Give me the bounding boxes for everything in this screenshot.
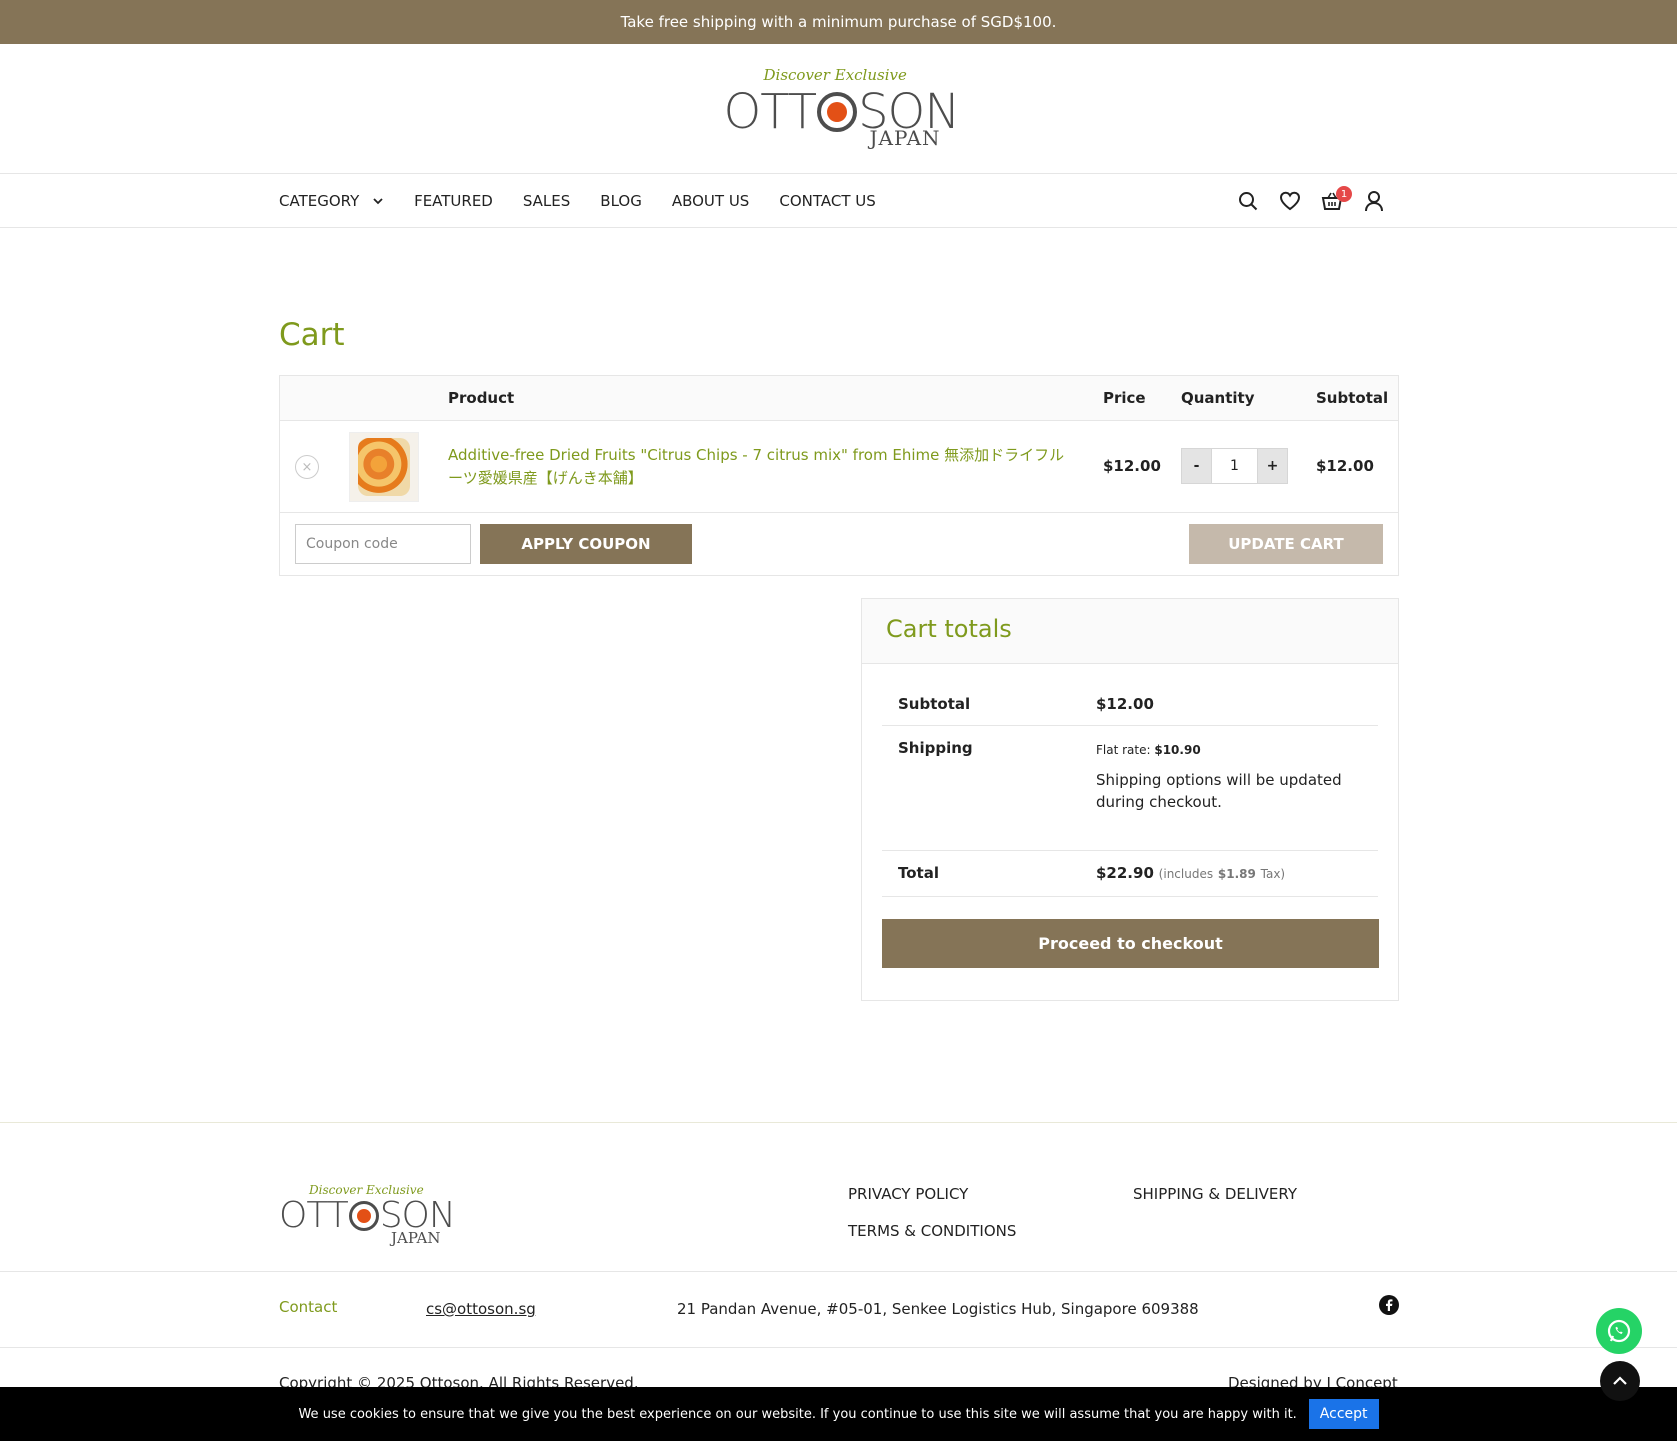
shipping-note: Shipping options will be updated during …: [1096, 771, 1342, 811]
quantity-input[interactable]: 1: [1212, 448, 1257, 484]
cart-table: Product Price Quantity Subtotal × Additi…: [279, 375, 1399, 576]
site-logo[interactable]: Discover Exclusive OTT SON JAPAN: [724, 64, 961, 154]
facebook-icon: [1379, 1295, 1399, 1315]
page-title: Cart: [279, 317, 345, 353]
cart-count-badge: 1: [1336, 186, 1352, 202]
footer-logo[interactable]: Discover Exclusive OTT SON JAPAN: [279, 1183, 456, 1248]
product-subtotal: $12.00: [1316, 457, 1374, 475]
cart-totals-title: Cart totals: [862, 599, 1398, 664]
product-image: [358, 438, 410, 496]
update-cart-button[interactable]: UPDATE CART: [1189, 524, 1383, 564]
shipping-label: Shipping: [898, 739, 973, 757]
heart-icon: [1279, 191, 1301, 211]
table-row: × Additive-free Dried Fruits "Citrus Chi…: [280, 421, 1398, 513]
cookie-banner: We use cookies to ensure that we give yo…: [0, 1387, 1677, 1441]
quantity-stepper: - 1 +: [1181, 448, 1288, 484]
wishlist-button[interactable]: [1278, 184, 1302, 218]
nav-item-featured[interactable]: FEATURED: [414, 192, 493, 210]
footer-contact-bar: Contact cs@ottoson.sg 21 Pandan Avenue, …: [0, 1272, 1677, 1348]
account-button[interactable]: [1362, 184, 1386, 218]
logo-tagline: Discover Exclusive: [763, 65, 907, 84]
announcement-text: Take free shipping with a minimum purcha…: [620, 13, 1057, 31]
total-value: $22.90 (includes $1.89 Tax): [1096, 864, 1286, 882]
subtotal-label: Subtotal: [898, 695, 971, 713]
cart-table-header: Product Price Quantity Subtotal: [280, 376, 1398, 421]
close-icon: ×: [301, 459, 313, 475]
cookie-accept-button[interactable]: Accept: [1308, 1399, 1379, 1429]
logo-sun-mark: [817, 91, 858, 132]
product-thumbnail[interactable]: [349, 432, 419, 502]
search-icon: [1239, 192, 1258, 211]
chevron-up-icon: [1613, 1376, 1627, 1385]
cart-button[interactable]: 1: [1320, 184, 1352, 218]
footer-logo-sub: JAPAN: [391, 1229, 441, 1247]
coupon-input[interactable]: [295, 524, 471, 564]
header-subtotal: Subtotal: [1316, 389, 1389, 407]
subtotal-value: $12.00: [1096, 695, 1154, 713]
whatsapp-icon: [1607, 1319, 1631, 1343]
announcement-bar: Take free shipping with a minimum purcha…: [0, 0, 1677, 44]
product-name-link[interactable]: Additive-free Dried Fruits "Citrus Chips…: [448, 444, 1068, 490]
quantity-minus-button[interactable]: -: [1181, 448, 1212, 484]
footer-link-privacy-policy[interactable]: PRIVACY POLICY: [848, 1185, 968, 1203]
chevron-down-icon: [373, 198, 383, 205]
nav-item-contact-us[interactable]: CONTACT US: [779, 192, 875, 210]
header-quantity: Quantity: [1181, 389, 1255, 407]
nav-item-about-us[interactable]: ABOUT US: [672, 192, 750, 210]
footer-logo-sun-mark: [348, 1200, 379, 1231]
logo-sub: JAPAN: [869, 125, 941, 150]
site-header: Discover Exclusive OTT SON JAPAN: [0, 44, 1677, 174]
flat-rate: Flat rate: $10.90: [1096, 743, 1201, 757]
quantity-plus-button[interactable]: +: [1257, 448, 1288, 484]
cart-totals: Cart totals Subtotal $12.00 Shipping Fla…: [861, 598, 1399, 1001]
header-price: Price: [1103, 389, 1146, 407]
cart-actions: APPLY COUPON UPDATE CART: [280, 513, 1398, 575]
total-label: Total: [898, 864, 939, 882]
footer-link-terms[interactable]: TERMS & CONDITIONS: [848, 1222, 1016, 1240]
back-to-top-button[interactable]: [1600, 1361, 1640, 1401]
nav-item-sales[interactable]: SALES: [523, 192, 570, 210]
user-icon: [1365, 191, 1383, 212]
facebook-link[interactable]: [1379, 1295, 1399, 1319]
nav-menu: CATEGORY FEATURED SALES BLOG ABOUT US CO…: [279, 174, 876, 228]
header-icons: 1: [1236, 184, 1386, 218]
nav-item-blog[interactable]: BLOG: [600, 192, 642, 210]
search-button[interactable]: [1236, 184, 1260, 218]
whatsapp-button[interactable]: [1596, 1308, 1642, 1354]
totals-subtotal-row: Subtotal $12.00: [882, 664, 1378, 726]
contact-label: Contact: [279, 1298, 338, 1316]
contact-address: 21 Pandan Avenue, #05-01, Senkee Logisti…: [677, 1300, 1199, 1318]
cookie-text: We use cookies to ensure that we give yo…: [298, 1406, 1297, 1422]
main-nav: CATEGORY FEATURED SALES BLOG ABOUT US CO…: [0, 174, 1677, 228]
product-price: $12.00: [1103, 457, 1161, 475]
shipping-details: Flat rate: $10.90 Shipping options will …: [1096, 743, 1366, 813]
footer-top: Discover Exclusive OTT SON JAPAN PRIVACY …: [0, 1122, 1677, 1272]
header-product: Product: [448, 389, 515, 407]
proceed-to-checkout-button[interactable]: Proceed to checkout: [882, 919, 1379, 968]
remove-item-button[interactable]: ×: [295, 455, 319, 479]
contact-email-link[interactable]: cs@ottoson.sg: [426, 1300, 536, 1318]
nav-item-category[interactable]: CATEGORY: [279, 192, 384, 210]
totals-total-row: Total $22.90 (includes $1.89 Tax): [882, 851, 1378, 897]
apply-coupon-button[interactable]: APPLY COUPON: [480, 524, 692, 564]
totals-shipping-row: Shipping Flat rate: $10.90 Shipping opti…: [882, 726, 1378, 851]
footer-link-shipping-delivery[interactable]: SHIPPING & DELIVERY: [1133, 1185, 1297, 1203]
